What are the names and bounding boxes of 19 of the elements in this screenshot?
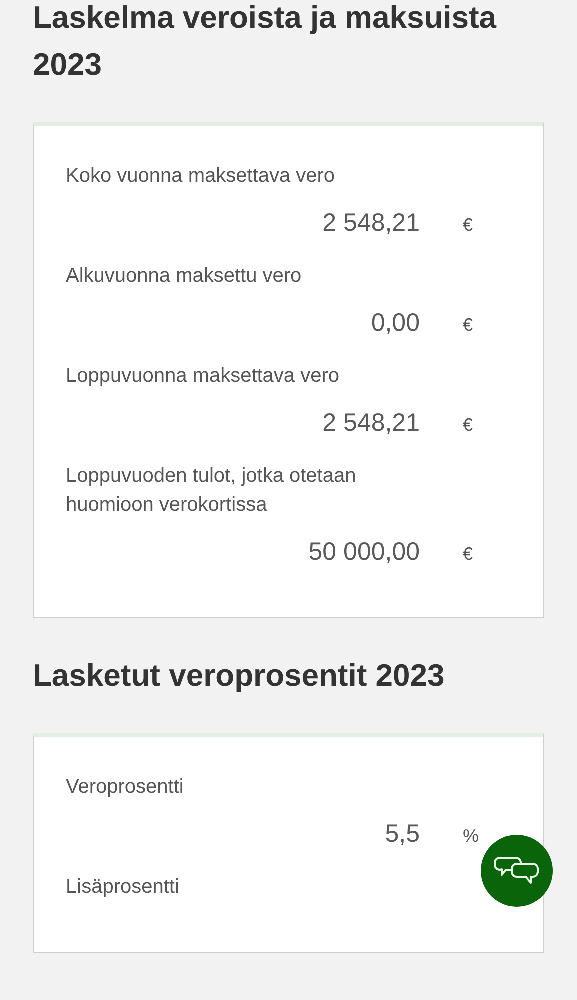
field-value: 50 000,00 — [308, 538, 420, 567]
field-label: Loppuvuoden tulot, jotka otetaan huomioon verokortissa — [66, 464, 358, 518]
section-heading: Laskelma veroista ja maksuista 2023 — [33, 0, 498, 84]
field-label: Alkuvuonna maksettu vero — [66, 264, 303, 289]
unit-label: % — [463, 826, 480, 847]
field-label: Lisäprosentti — [66, 875, 180, 900]
field-label: Loppuvuonna maksettava vero — [66, 364, 341, 389]
field-value: 2 548,21 — [322, 409, 420, 438]
section-heading: Lasketut veroprosentit 2023 — [33, 657, 446, 695]
field-label: Veroprosentti — [66, 775, 185, 800]
unit-label: € — [463, 544, 474, 565]
unit-label: € — [463, 315, 474, 336]
field-value: 0,00 — [370, 309, 420, 338]
chat-bubbles-icon — [494, 856, 540, 886]
unit-label: € — [463, 415, 474, 436]
field-value: 2 548,21 — [322, 209, 420, 238]
field-label: Koko vuonna maksettava vero — [66, 164, 336, 189]
unit-label: € — [463, 215, 474, 236]
field-value: 5,5 — [384, 820, 420, 849]
